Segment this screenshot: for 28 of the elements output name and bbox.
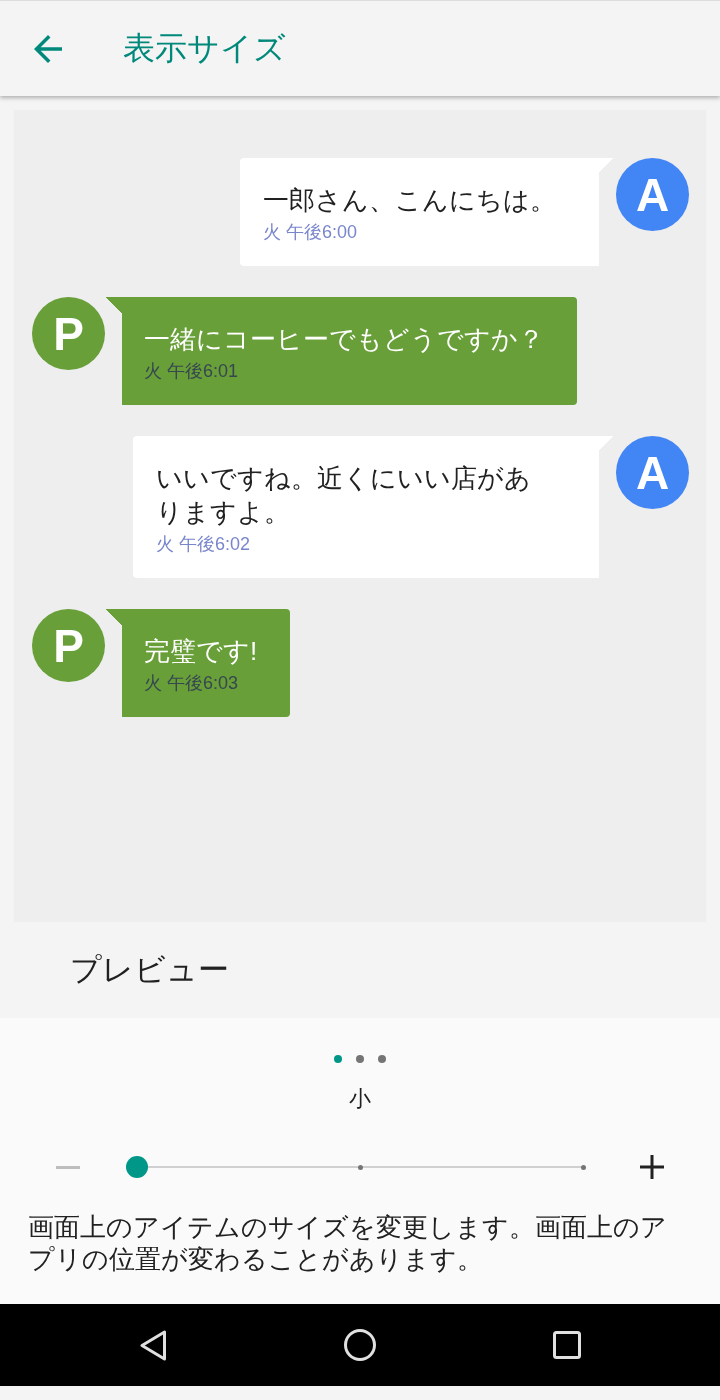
size-label: 小	[349, 1085, 371, 1113]
triangle-back-icon	[139, 1329, 167, 1361]
minus-icon	[56, 1165, 80, 1169]
circle-home-icon	[344, 1329, 376, 1361]
message-text: 完璧です!	[144, 635, 258, 668]
plus-icon	[640, 1155, 664, 1179]
back-button[interactable]	[34, 34, 62, 63]
slider-tick-icon	[580, 1164, 586, 1170]
message-time: 火 午後6:01	[144, 360, 240, 383]
avatar: P	[32, 609, 105, 682]
avatar: P	[32, 297, 105, 370]
square-recents-icon	[553, 1331, 581, 1359]
message-time: 火 午後6:03	[144, 672, 240, 695]
message-text: 一緒にコーヒーでもどうですか？	[144, 323, 544, 356]
message-text: 一郎さん、こんにちは。	[263, 184, 556, 217]
avatar: A	[616, 436, 689, 509]
message-time: 火 午後6:02	[156, 533, 252, 556]
screen-title: 表示サイズ	[123, 29, 286, 68]
nav-home-button[interactable]	[344, 1329, 376, 1361]
slider-thumb[interactable]	[126, 1156, 148, 1178]
slider-tick-icon	[357, 1164, 363, 1170]
description-text: 画面上のアイテムのサイズを変更します。画面上のアプリの位置が変わることがあります。	[28, 1211, 668, 1275]
nav-recents-button[interactable]	[551, 1329, 583, 1361]
preview-label: プレビュー	[70, 950, 229, 989]
message-time: 火 午後6:00	[263, 221, 359, 244]
avatar: A	[616, 158, 689, 231]
back-arrow-icon	[34, 34, 62, 63]
message-text: いいですね。近くにいい店がありますよ。	[156, 462, 532, 529]
